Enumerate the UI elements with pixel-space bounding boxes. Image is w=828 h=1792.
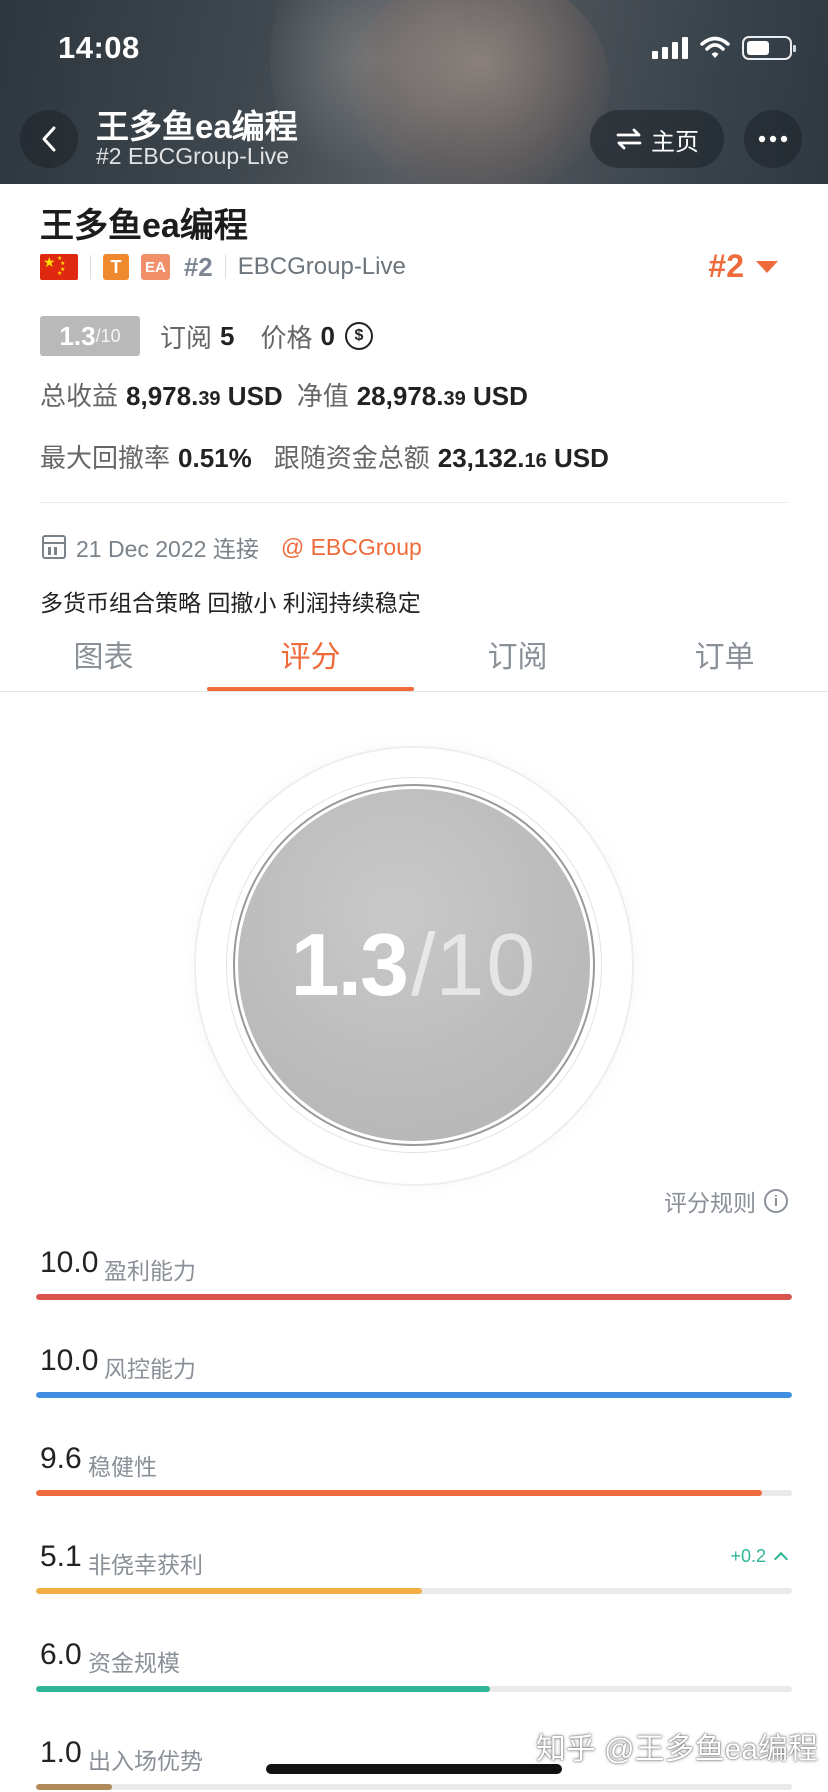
- home-indicator: [266, 1764, 562, 1774]
- metric-value: 6.0: [40, 1638, 82, 1671]
- metric-fill: [36, 1686, 490, 1692]
- metric-label: 出入场优势: [88, 1748, 203, 1774]
- swap-icon: [616, 128, 642, 150]
- metric-track: [36, 1686, 792, 1692]
- follow-funds-label: 跟随资金总额: [273, 443, 430, 473]
- watermark: 知乎 @王多鱼ea编程: [535, 1733, 818, 1766]
- calendar-icon: [42, 535, 66, 559]
- follow-funds-value: 23,132.16 USD: [437, 443, 609, 473]
- info-icon: i: [764, 1189, 788, 1213]
- wifi-icon: [700, 36, 730, 58]
- broker-link[interactable]: @ EBCGroup: [281, 534, 422, 561]
- metric-value: 5.1: [40, 1540, 82, 1573]
- score-chip: 1.3/10: [40, 316, 140, 356]
- metric-value: 1.0: [40, 1736, 82, 1769]
- badge-separator: [224, 255, 226, 279]
- score-slash: /: [411, 915, 436, 1014]
- total-profit-label: 总收益: [40, 381, 119, 411]
- connect-row: 21 Dec 2022 连接 @ EBCGroup: [42, 530, 422, 564]
- score-max: 10: [435, 915, 538, 1014]
- metric-value: 9.6: [40, 1442, 82, 1475]
- badge-separator: [90, 255, 91, 279]
- coin-icon: $: [344, 322, 373, 350]
- china-flag-icon: ★ ★ ★ ★ ★: [40, 254, 78, 280]
- metric-label: 资金规模: [88, 1650, 180, 1676]
- connect-date: 21 Dec 2022 连接: [76, 536, 259, 562]
- price-value: 0: [320, 320, 335, 351]
- metric-track: [36, 1588, 792, 1594]
- status-time: 14:08: [58, 30, 140, 65]
- score-chip-of: /10: [95, 325, 121, 346]
- home-button[interactable]: 主页: [590, 110, 724, 168]
- metric-value: 10.0: [40, 1344, 99, 1377]
- battery-icon: [742, 36, 796, 60]
- subscribe-value: 5: [220, 320, 235, 351]
- rating-rules-label: 评分规则: [664, 1190, 756, 1216]
- chevron-up-icon: [773, 1551, 789, 1567]
- tab-chart[interactable]: 图表: [0, 632, 207, 676]
- tab-divider: [0, 691, 828, 692]
- metric-fill: [36, 1784, 112, 1790]
- metric-delta-value: +0.2: [730, 1546, 766, 1566]
- metric-track: [36, 1392, 792, 1398]
- metric-label: 稳健性: [88, 1454, 157, 1480]
- max-drawdown-value: 0.51%: [178, 443, 252, 473]
- metric-profitability: 10.0 盈利能力: [36, 1246, 792, 1306]
- chevron-left-icon: [42, 126, 56, 152]
- metric-risk-control: 10.0 风控能力: [36, 1344, 792, 1404]
- tag-ea-badge: EA: [141, 254, 170, 280]
- metric-value: 10.0: [40, 1246, 99, 1279]
- metric-track: [36, 1490, 792, 1496]
- nav-subtitle: #2 EBCGroup-Live: [96, 143, 290, 169]
- profile-header: 14:08 王多鱼ea编程 #2 EBCGroup-Live 主页: [0, 0, 828, 184]
- rating-rules-link[interactable]: 评分规则 i: [664, 1184, 788, 1218]
- broker-name: EBCGroup-Live: [237, 253, 406, 280]
- score-chip-value: 1.3: [59, 320, 96, 351]
- metric-label: 非侥幸获利: [88, 1552, 203, 1578]
- metric-fill: [36, 1294, 792, 1300]
- signal-icon: [652, 37, 688, 59]
- metric-track: [36, 1294, 792, 1300]
- rank-dropdown[interactable]: #2: [708, 248, 778, 285]
- badge-row: ★ ★ ★ ★ ★ T EA #2 EBCGroup-Live: [40, 252, 406, 282]
- metric-label: 风控能力: [104, 1356, 196, 1382]
- score-value: 1.3: [290, 915, 409, 1014]
- metric-non-luck-profit: 5.1 非侥幸获利 +0.2: [36, 1540, 792, 1600]
- nav-title: 王多鱼ea编程: [96, 108, 298, 145]
- stats-row-score: 1.3/10 订阅 5 价格 0 $: [40, 316, 373, 356]
- more-button[interactable]: [744, 110, 802, 168]
- metric-delta: +0.2: [730, 1546, 789, 1567]
- max-drawdown-label: 最大回撤率: [40, 443, 171, 473]
- net-value-value: 28,978.39 USD: [356, 381, 528, 411]
- strategy-description: 多货币组合策略 回撤小 利润持续稳定: [40, 590, 421, 616]
- net-value-label: 净值: [296, 381, 349, 411]
- back-button[interactable]: [20, 110, 78, 168]
- metric-stability: 9.6 稳健性: [36, 1442, 792, 1502]
- tab-orders[interactable]: 订单: [621, 632, 828, 676]
- home-button-label: 主页: [651, 128, 699, 156]
- more-dots-icon: [758, 135, 788, 143]
- metric-fill: [36, 1490, 762, 1496]
- price-label: 价格: [260, 322, 313, 353]
- metric-fill: [36, 1588, 422, 1594]
- score-disc: 1.3 / 10: [238, 789, 590, 1141]
- subscribe-label: 订阅: [160, 322, 213, 353]
- metric-fill: [36, 1392, 792, 1398]
- info-divider: [40, 502, 788, 503]
- stats-row-drawdown: 最大回撤率 0.51% 跟随资金总额 23,132.16 USD: [40, 438, 609, 475]
- total-profit-value: 8,978.39 USD: [126, 381, 283, 411]
- stats-row-profit: 总收益 8,978.39 USD 净值 28,978.39 USD: [40, 376, 528, 413]
- tab-rating[interactable]: 评分: [207, 632, 414, 676]
- triangle-down-icon: [756, 260, 778, 273]
- metric-label: 盈利能力: [104, 1258, 196, 1284]
- tag-t-badge: T: [103, 254, 129, 280]
- status-icons: [652, 36, 796, 60]
- tab-subscribe[interactable]: 订阅: [414, 632, 621, 676]
- metric-track: [36, 1784, 792, 1790]
- rank-big-label: #2: [708, 248, 744, 284]
- metric-fund-size: 6.0 资金规模: [36, 1638, 792, 1698]
- rank-small: #2: [183, 251, 213, 282]
- page-title: 王多鱼ea编程: [40, 207, 248, 245]
